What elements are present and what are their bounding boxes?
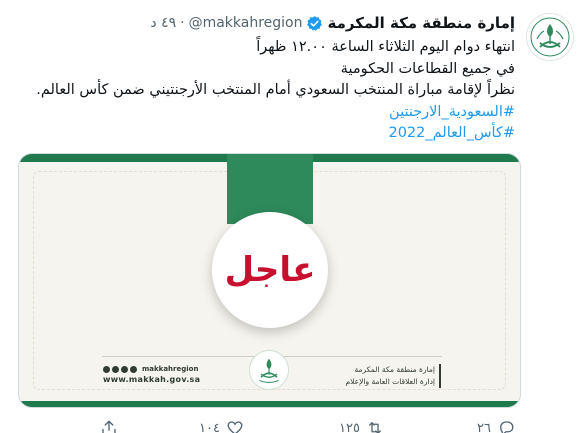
social-row: makkahregion [103, 365, 223, 373]
text-line: نظراً لإقامة مباراة المنتخب السعودي أمام… [36, 82, 515, 98]
social-icon [130, 365, 137, 373]
org-name: إمارة منطقة مكة المكرمة [329, 364, 441, 376]
media-image[interactable]: عاجل makkahregion www.makkah.gov.sa إمار… [18, 153, 521, 408]
website-url: www.makkah.gov.sa [103, 375, 201, 384]
reply-button[interactable]: ٢٦ [477, 418, 515, 433]
tweet-header: إمارة منطقة مكة المكرمة @makkahregion · … [150, 12, 515, 34]
media-canvas: عاجل makkahregion www.makkah.gov.sa إمار… [19, 154, 520, 407]
contact-block: makkahregion www.makkah.gov.sa [103, 365, 223, 384]
dept-name: إدارة العلاقات العامة والإعلام [329, 376, 441, 388]
bottom-stripe [19, 401, 520, 407]
footer-emblem-icon [249, 350, 289, 390]
social-icon [121, 365, 128, 373]
reply-icon [500, 421, 514, 433]
urgent-badge: عاجل [212, 212, 328, 328]
verified-badge-icon [306, 15, 323, 32]
hashtag-link[interactable]: #السعودية_الارجنتين [15, 102, 515, 124]
social-handle: makkahregion [142, 365, 199, 373]
social-icon [103, 365, 110, 373]
retweet-button[interactable]: ١٢٥ [339, 418, 384, 433]
action-bar: ١٠٤ ١٢٥ ٢٦ [0, 418, 581, 433]
display-name[interactable]: إمارة منطقة مكة المكرمة [327, 14, 515, 32]
hashtag-link[interactable]: #كأس_العالم_2022 [15, 123, 515, 145]
like-button[interactable]: ١٠٤ [199, 418, 244, 433]
org-block: إمارة منطقة مكة المكرمة إدارة العلاقات ا… [329, 364, 441, 388]
avatar[interactable] [526, 13, 574, 61]
like-icon [227, 421, 243, 433]
share-icon [102, 420, 116, 433]
tweet[interactable]: إمارة منطقة مكة المكرمة @makkahregion · … [0, 0, 581, 433]
retweet-icon [369, 422, 381, 433]
urgent-label: عاجل [224, 250, 316, 290]
reply-count: ٢٦ [477, 420, 491, 433]
text-line: في جميع القطاعات الحكومية [340, 60, 515, 77]
handle[interactable]: @makkahregion [189, 15, 303, 31]
retweet-count: ١٢٥ [339, 420, 360, 433]
like-count: ١٠٤ [199, 420, 220, 433]
share-button[interactable] [100, 418, 118, 433]
tweet-text: انتهاء دوام اليوم الثلاثاء الساعة ١٢.٠٠ … [15, 37, 515, 145]
emblem-icon [530, 17, 570, 57]
social-icon [112, 365, 119, 373]
timestamp[interactable]: ٤٩ د [150, 15, 176, 31]
text-line: انتهاء دوام اليوم الثلاثاء الساعة ١٢.٠٠ … [256, 39, 515, 55]
separator: · [180, 15, 185, 31]
